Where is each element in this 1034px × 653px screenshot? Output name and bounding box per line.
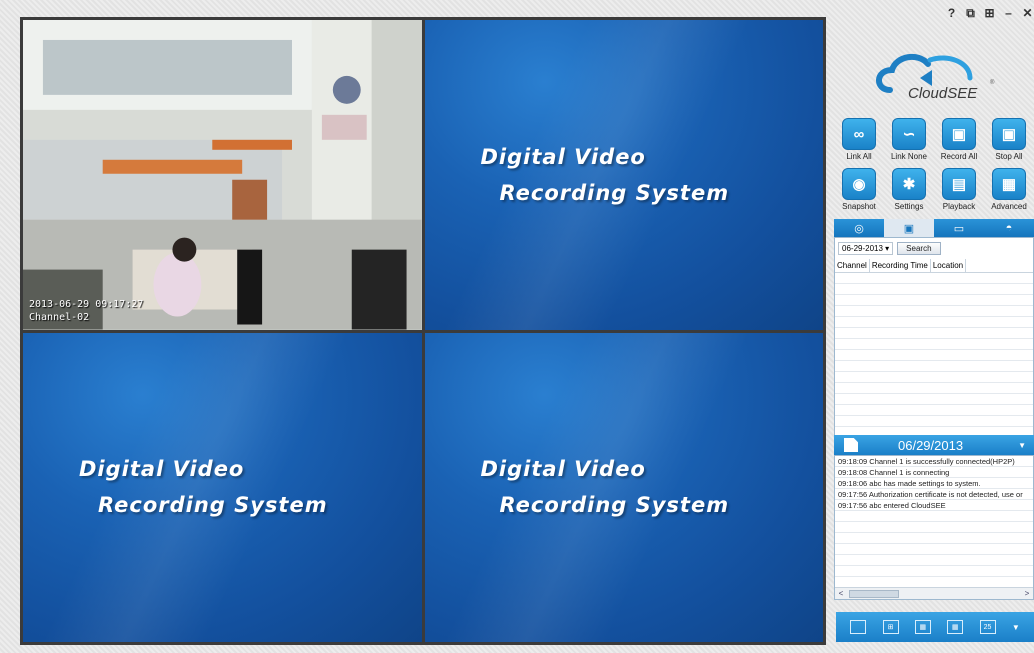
layout-9-icon[interactable]: ▦	[914, 620, 931, 634]
device-icon: ▭	[953, 222, 965, 235]
link-all-button[interactable]: ∞ Link All	[834, 118, 884, 161]
advanced-button[interactable]: ▦ Advanced	[984, 168, 1034, 211]
window-controls: ? ⧉ ⊞ – ✕	[945, 6, 1034, 21]
video-cell-3[interactable]: Digital Video Recording System	[23, 332, 422, 642]
column-header-location[interactable]: Location	[931, 259, 967, 272]
cloudsee-logo: CloudSEE ®	[876, 53, 995, 102]
gear-icon: ✱	[892, 168, 926, 200]
tab-record-search[interactable]: ▣	[884, 219, 934, 237]
playback-icon: ▤	[942, 168, 976, 200]
ptz-icon: ◎	[854, 222, 864, 235]
tab-color[interactable]: ◓	[984, 219, 1034, 237]
layout-16-icon[interactable]: ▦	[947, 620, 964, 634]
video-cell-camera[interactable]: 2013-06-29 09:17:27 Channel-02	[23, 20, 422, 330]
tab-ptz[interactable]: ◎	[834, 219, 884, 237]
settings-button[interactable]: ✱ Settings	[884, 168, 934, 211]
log-entry: 09:17:56 Authorization certificate is no…	[835, 489, 1033, 500]
snapshot-icon: ◉	[842, 168, 876, 200]
search-button[interactable]: Search	[897, 242, 941, 255]
layout-4-icon[interactable]: ⊞	[882, 620, 899, 634]
dvr-placeholder-text: Digital Video Recording System	[480, 144, 730, 205]
record-search-icon: ▣	[903, 222, 915, 235]
dvr-placeholder-text: Digital Video Recording System	[480, 457, 730, 518]
video-cell-2[interactable]: Digital Video Recording System	[424, 20, 823, 330]
tab-devices[interactable]: ▭	[934, 219, 984, 237]
playback-button[interactable]: ▤ Playback	[934, 168, 984, 211]
date-picker[interactable]: 06-29-2013 ▾	[838, 242, 894, 255]
svg-text:®: ®	[990, 79, 995, 86]
log-horizontal-scrollbar[interactable]: < >	[835, 587, 1033, 599]
side-panel: ? ⧉ ⊞ – ✕ CloudSEE ® ∞ Link All ∽ Link N…	[832, 0, 1034, 653]
toolbar-row-2: ◉ Snapshot ✱ Settings ▤ Playback ▦ Advan…	[834, 168, 1034, 211]
record-all-button[interactable]: ▣ Record All	[934, 118, 984, 161]
advanced-icon: ▦	[992, 168, 1026, 200]
minimize-icon[interactable]: –	[1002, 6, 1015, 21]
link-none-button[interactable]: ∽ Link None	[884, 118, 934, 161]
log-entry: 09:18:09 Channel 1 is successfully conne…	[835, 456, 1033, 467]
record-search-panel: 06-29-2013 ▾ Search Channel Recording Ti…	[834, 237, 1034, 455]
column-header-recording-time[interactable]: Recording Time	[870, 259, 931, 272]
record-all-icon: ▣	[942, 118, 976, 150]
panel-tab-bar: ◎ ▣ ▭ ◓	[834, 219, 1034, 237]
log-entry: 09:18:06 abc has made settings to system…	[835, 478, 1033, 489]
layout-bar: ⊞ ▦ ▦ 25 ▼	[836, 612, 1034, 642]
camera-feed-image	[23, 20, 422, 330]
dvr-placeholder-text: Digital Video Recording System	[79, 457, 328, 518]
camera-osd: 2013-06-29 09:17:27 Channel-02	[29, 298, 143, 324]
camera-channel-label: Channel-02	[29, 311, 90, 323]
log-entry: 09:18:08 Channel 1 is connecting	[835, 467, 1033, 478]
search-row: 06-29-2013 ▾ Search	[835, 238, 1033, 259]
record-table-body	[835, 273, 1033, 427]
toolbar-row-1: ∞ Link All ∽ Link None ▣ Record All ▣ St…	[834, 118, 1034, 161]
scroll-right-icon[interactable]: >	[1021, 589, 1033, 598]
layout-25-icon[interactable]: 25	[979, 620, 996, 634]
scroll-left-icon[interactable]: <	[835, 589, 847, 598]
log-entry: 09:17:56 abc entered CloudSEE	[835, 500, 1033, 511]
stop-all-button[interactable]: ▣ Stop All	[984, 118, 1034, 161]
chevron-down-icon[interactable]: ▼	[1018, 441, 1026, 450]
video-cell-4[interactable]: Digital Video Recording System	[424, 332, 823, 642]
video-grid: 2013-06-29 09:17:27 Channel-02 Digital V…	[20, 17, 826, 645]
layout-1-icon[interactable]	[850, 620, 867, 634]
scroll-thumb[interactable]	[849, 589, 899, 598]
skin-icon[interactable]: ⧉	[964, 6, 977, 21]
stop-all-icon: ▣	[992, 118, 1026, 150]
camera-timestamp: 2013-06-29 09:17:27	[29, 298, 144, 310]
fullscreen-icon[interactable]: ⊞	[983, 6, 996, 21]
link-all-icon: ∞	[842, 118, 876, 150]
chevron-down-icon: ▾	[885, 244, 890, 253]
color-icon: ◓	[1005, 222, 1013, 234]
record-table-header: Channel Recording Time Location	[835, 259, 1033, 273]
log-date: 06/29/2013	[898, 437, 964, 453]
chevron-down-icon[interactable]: ▼	[1012, 623, 1020, 632]
column-header-channel[interactable]: Channel	[835, 259, 870, 272]
log-header: 06/29/2013 ▼	[834, 435, 1034, 455]
link-none-icon: ∽	[892, 118, 926, 150]
log-panel: 09:18:09 Channel 1 is successfully conne…	[834, 455, 1034, 600]
document-icon	[844, 438, 858, 452]
svg-text:CloudSEE: CloudSEE	[908, 85, 978, 102]
close-icon[interactable]: ✕	[1021, 6, 1034, 21]
snapshot-button[interactable]: ◉ Snapshot	[834, 168, 884, 211]
help-icon[interactable]: ?	[945, 6, 958, 21]
